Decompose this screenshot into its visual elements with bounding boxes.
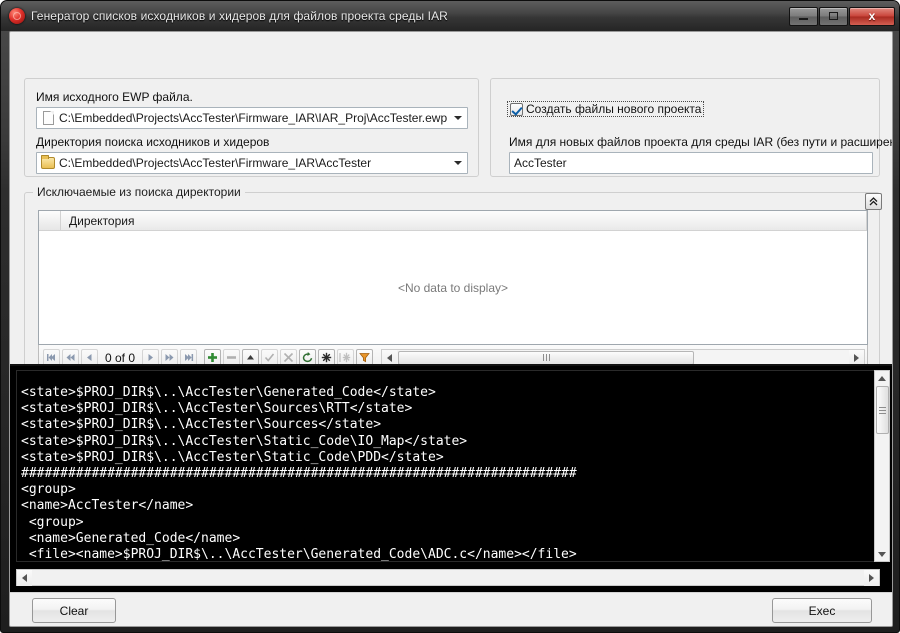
new-project-name-input[interactable]: AccTester bbox=[509, 152, 873, 174]
maximize-icon bbox=[829, 12, 838, 20]
search-dir-value: C:\Embedded\Projects\AccTester\Firmware_… bbox=[59, 156, 372, 170]
triangle-up-icon bbox=[247, 355, 255, 360]
prior-record-icon bbox=[87, 354, 92, 361]
excluded-dirs-title: Исключаемые из поиска директории bbox=[33, 185, 245, 199]
console-horizontal-scrollbar[interactable] bbox=[16, 569, 880, 586]
chevron-down-icon[interactable] bbox=[449, 153, 467, 173]
caption-button-group: x bbox=[789, 6, 895, 26]
close-icon: x bbox=[868, 9, 876, 23]
close-x-icon bbox=[283, 352, 294, 363]
scroll-left-button[interactable] bbox=[17, 569, 32, 586]
next-page-icon bbox=[165, 354, 174, 361]
grid-body: <No data to display> bbox=[39, 231, 867, 344]
search-dir-label: Директория поиска исходников и хидеров bbox=[36, 135, 270, 149]
last-record-icon bbox=[185, 354, 194, 361]
app-icon bbox=[9, 8, 25, 24]
chevron-down-icon[interactable] bbox=[449, 108, 467, 128]
application-window: Генератор списков исходников и хидеров д… bbox=[0, 0, 900, 633]
first-record-icon bbox=[47, 354, 55, 361]
chevron-double-up-icon bbox=[869, 197, 878, 206]
create-new-project-checkbox[interactable]: Создать файлы нового проекта bbox=[507, 101, 705, 117]
asterisk-icon bbox=[321, 352, 332, 363]
console-vertical-scrollbar[interactable] bbox=[874, 370, 890, 562]
scroll-thumb[interactable] bbox=[398, 350, 695, 365]
grid-empty-message: <No data to display> bbox=[397, 280, 509, 295]
check-icon bbox=[264, 353, 275, 362]
collapse-group-button[interactable] bbox=[865, 193, 882, 210]
close-button[interactable]: x bbox=[849, 6, 895, 26]
ewp-file-value: C:\Embedded\Projects\AccTester\Firmware_… bbox=[59, 111, 448, 125]
grid-indicator-column bbox=[39, 211, 61, 230]
plus-icon bbox=[208, 353, 218, 362]
funnel-filter-icon bbox=[359, 353, 370, 363]
maximize-button[interactable] bbox=[819, 6, 848, 26]
ewp-file-label: Имя исходного EWP файла. bbox=[36, 90, 193, 104]
excluded-dirs-grid[interactable]: Директория <No data to display> bbox=[38, 210, 868, 345]
prior-page-icon bbox=[66, 354, 75, 361]
record-position-label: 0 of 0 bbox=[105, 350, 136, 365]
next-record-icon bbox=[148, 354, 154, 361]
grip-icon bbox=[878, 406, 886, 414]
new-project-name-label: Имя для новых файлов проекта для среды I… bbox=[509, 135, 893, 149]
ewp-file-combobox[interactable]: C:\Embedded\Projects\AccTester\Firmware_… bbox=[36, 107, 468, 129]
create-new-project-label: Создать файлы нового проекта bbox=[526, 102, 702, 116]
console-output[interactable]: <state>$PROJ_DIR$\..\AccTester\Generated… bbox=[16, 370, 880, 562]
grip-icon bbox=[542, 354, 550, 361]
document-icon bbox=[39, 111, 57, 125]
scroll-up-button[interactable] bbox=[875, 371, 889, 385]
console-panel: <state>$PROJ_DIR$\..\AccTester\Generated… bbox=[10, 364, 892, 592]
search-dir-combobox[interactable]: C:\Embedded\Projects\AccTester\Firmware_… bbox=[36, 152, 468, 174]
title-bar[interactable]: Генератор списков исходников и хидеров д… bbox=[1, 1, 899, 31]
scroll-track[interactable] bbox=[694, 351, 849, 365]
scroll-thumb[interactable] bbox=[875, 386, 889, 434]
minus-icon bbox=[227, 356, 237, 359]
top-panel: Имя исходного EWP файла. C:\Embedded\Pro… bbox=[10, 32, 893, 377]
minimize-button[interactable] bbox=[789, 6, 818, 26]
minimize-icon bbox=[799, 17, 808, 20]
bottom-button-bar: Clear Exec bbox=[10, 592, 892, 626]
scroll-right-button[interactable] bbox=[864, 569, 879, 586]
clear-button[interactable]: Clear bbox=[32, 598, 116, 623]
refresh-arrow-icon bbox=[302, 352, 312, 363]
window-title: Генератор списков исходников и хидеров д… bbox=[31, 9, 448, 23]
folder-icon bbox=[39, 155, 57, 169]
console-text: <state>$PROJ_DIR$\..\AccTester\Generated… bbox=[21, 385, 577, 562]
grid-header-row: Директория bbox=[39, 211, 867, 231]
client-area: Имя исходного EWP файла. C:\Embedded\Pro… bbox=[9, 31, 893, 627]
scroll-down-button[interactable] bbox=[875, 547, 889, 561]
new-project-name-value: AccTester bbox=[514, 156, 567, 170]
checkmark-icon bbox=[510, 102, 523, 116]
exec-button[interactable]: Exec bbox=[772, 598, 872, 623]
grid-column-header-directory[interactable]: Директория bbox=[61, 211, 867, 230]
asterisk-dim-icon bbox=[339, 352, 351, 363]
